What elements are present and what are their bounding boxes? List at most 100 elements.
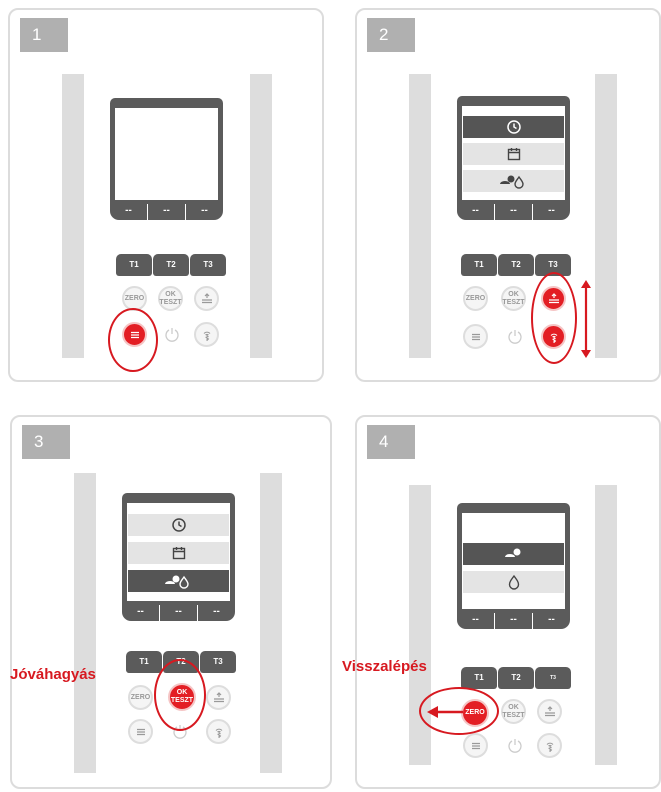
menu-row-time[interactable]: [128, 514, 229, 536]
ok-test-button[interactable]: OK TESZT: [501, 699, 526, 724]
menu-row-liquid[interactable]: [463, 571, 564, 593]
step-1-panel: 1 -- -- -- T1 T2 T3 ZERO OK TESZT: [8, 8, 324, 382]
mounting-rail-right: [595, 485, 617, 765]
chemicals-icon: [499, 175, 524, 189]
menu-row-chemicals[interactable]: [128, 570, 229, 592]
mounting-rail-right: [595, 74, 617, 358]
mounting-rail-left: [62, 74, 84, 358]
menu-row-chemical[interactable]: [463, 543, 564, 565]
confirm-caption: Jóváhagyás: [10, 666, 96, 683]
dash-3: --: [213, 606, 220, 617]
t2-key[interactable]: T2: [498, 667, 534, 689]
device-display: -- -- --: [122, 493, 235, 621]
ok-label: OK: [508, 703, 519, 711]
power-icon[interactable]: [507, 328, 523, 344]
level-icon: [201, 292, 212, 303]
menu-button[interactable]: [463, 324, 488, 349]
step-number: 1: [20, 18, 68, 52]
t1-key[interactable]: T1: [126, 651, 162, 673]
dash-2: --: [495, 613, 533, 629]
power-icon[interactable]: [507, 737, 523, 753]
menu-row-date[interactable]: [463, 143, 564, 165]
dash-3: --: [548, 614, 555, 625]
bluetooth-button[interactable]: [537, 733, 562, 758]
t2-key[interactable]: T2: [498, 254, 534, 276]
back-caption: Visszalépés: [342, 658, 427, 675]
level-icon: [213, 691, 224, 702]
clock-icon: [506, 120, 521, 134]
power-icon[interactable]: [164, 326, 180, 342]
menu-icon: [136, 728, 145, 735]
calendar-icon: [172, 547, 185, 560]
device-display: -- -- --: [457, 503, 570, 629]
calendar-icon: [507, 148, 520, 161]
chemicals-icon: [504, 548, 520, 557]
display-status-row: -- -- --: [110, 204, 223, 220]
arrow-left-icon: [427, 706, 463, 718]
level-button[interactable]: [537, 699, 562, 724]
drop-icon: [508, 574, 519, 590]
dash-2: --: [160, 605, 198, 621]
t3-key[interactable]: T3: [535, 667, 571, 689]
t1-key[interactable]: T1: [116, 254, 152, 276]
step-4-panel: 4 -- -- -- T1 T2 T3 ZERO OK TESZT: [355, 415, 661, 789]
zero-button[interactable]: ZERO: [128, 685, 153, 710]
highlight-scroll-buttons: [531, 272, 577, 364]
menu-button[interactable]: [463, 733, 488, 758]
menu-row-time[interactable]: [463, 116, 564, 138]
step-number: 3: [22, 425, 70, 459]
highlight-ok-button: [154, 659, 206, 731]
dash-2: --: [148, 204, 186, 220]
t1-key[interactable]: T1: [461, 254, 497, 276]
menu-row-chemicals[interactable]: [463, 170, 564, 192]
dash-1: --: [110, 204, 148, 220]
mounting-rail-right: [260, 473, 282, 773]
ok-test-button[interactable]: OK TESZT: [158, 286, 183, 311]
bluetooth-button[interactable]: [206, 719, 231, 744]
menu-row-date[interactable]: [128, 542, 229, 564]
test-label: TESZT: [502, 711, 525, 719]
ok-test-button[interactable]: OK TESZT: [501, 286, 526, 311]
display-screen: [115, 108, 218, 200]
dash-1: --: [457, 204, 495, 220]
test-label: TESZT: [502, 298, 525, 306]
t3-key[interactable]: T3: [190, 254, 226, 276]
step-number: 2: [367, 18, 415, 52]
clock-icon: [171, 518, 186, 532]
zero-button[interactable]: ZERO: [463, 286, 488, 311]
dash-1: --: [457, 613, 495, 629]
menu-button[interactable]: [128, 719, 153, 744]
highlight-menu-button: [108, 308, 158, 372]
device-display: -- -- --: [457, 96, 570, 220]
level-button[interactable]: [194, 286, 219, 311]
device-display: -- -- --: [110, 98, 223, 220]
step-3-panel: 3 -- -- -- T1 T2 T3 ZERO OK TESZT: [10, 415, 332, 789]
dash-2: --: [495, 204, 533, 220]
bluetooth-icon: [546, 742, 553, 752]
mounting-rail-left: [409, 74, 431, 358]
dash-3: --: [201, 205, 208, 216]
menu-icon: [471, 333, 480, 340]
t2-key[interactable]: T2: [153, 254, 189, 276]
dash-3: --: [548, 205, 555, 216]
bluetooth-icon: [215, 728, 222, 738]
mounting-rail-right: [250, 74, 272, 358]
ok-label: OK: [508, 290, 519, 298]
test-label: TESZT: [159, 298, 182, 306]
dash-1: --: [122, 605, 160, 621]
t1-key[interactable]: T1: [461, 667, 497, 689]
arrow-up-down-icon: [581, 280, 591, 358]
step-2-panel: 2 -- -- -- T1 T2 T3 ZERO OK TESZT: [355, 8, 661, 382]
display-status-row: -- -- --: [457, 204, 570, 220]
chemicals-icon: [164, 575, 189, 589]
ok-label: OK: [165, 290, 176, 298]
bluetooth-icon: [203, 331, 210, 341]
level-button[interactable]: [206, 685, 231, 710]
bluetooth-button[interactable]: [194, 322, 219, 347]
display-status-row: -- -- --: [457, 613, 570, 629]
mounting-rail-left: [74, 473, 96, 773]
t3-key[interactable]: T3: [200, 651, 236, 673]
menu-icon: [471, 742, 480, 749]
level-icon: [544, 705, 555, 716]
step-number: 4: [367, 425, 415, 459]
